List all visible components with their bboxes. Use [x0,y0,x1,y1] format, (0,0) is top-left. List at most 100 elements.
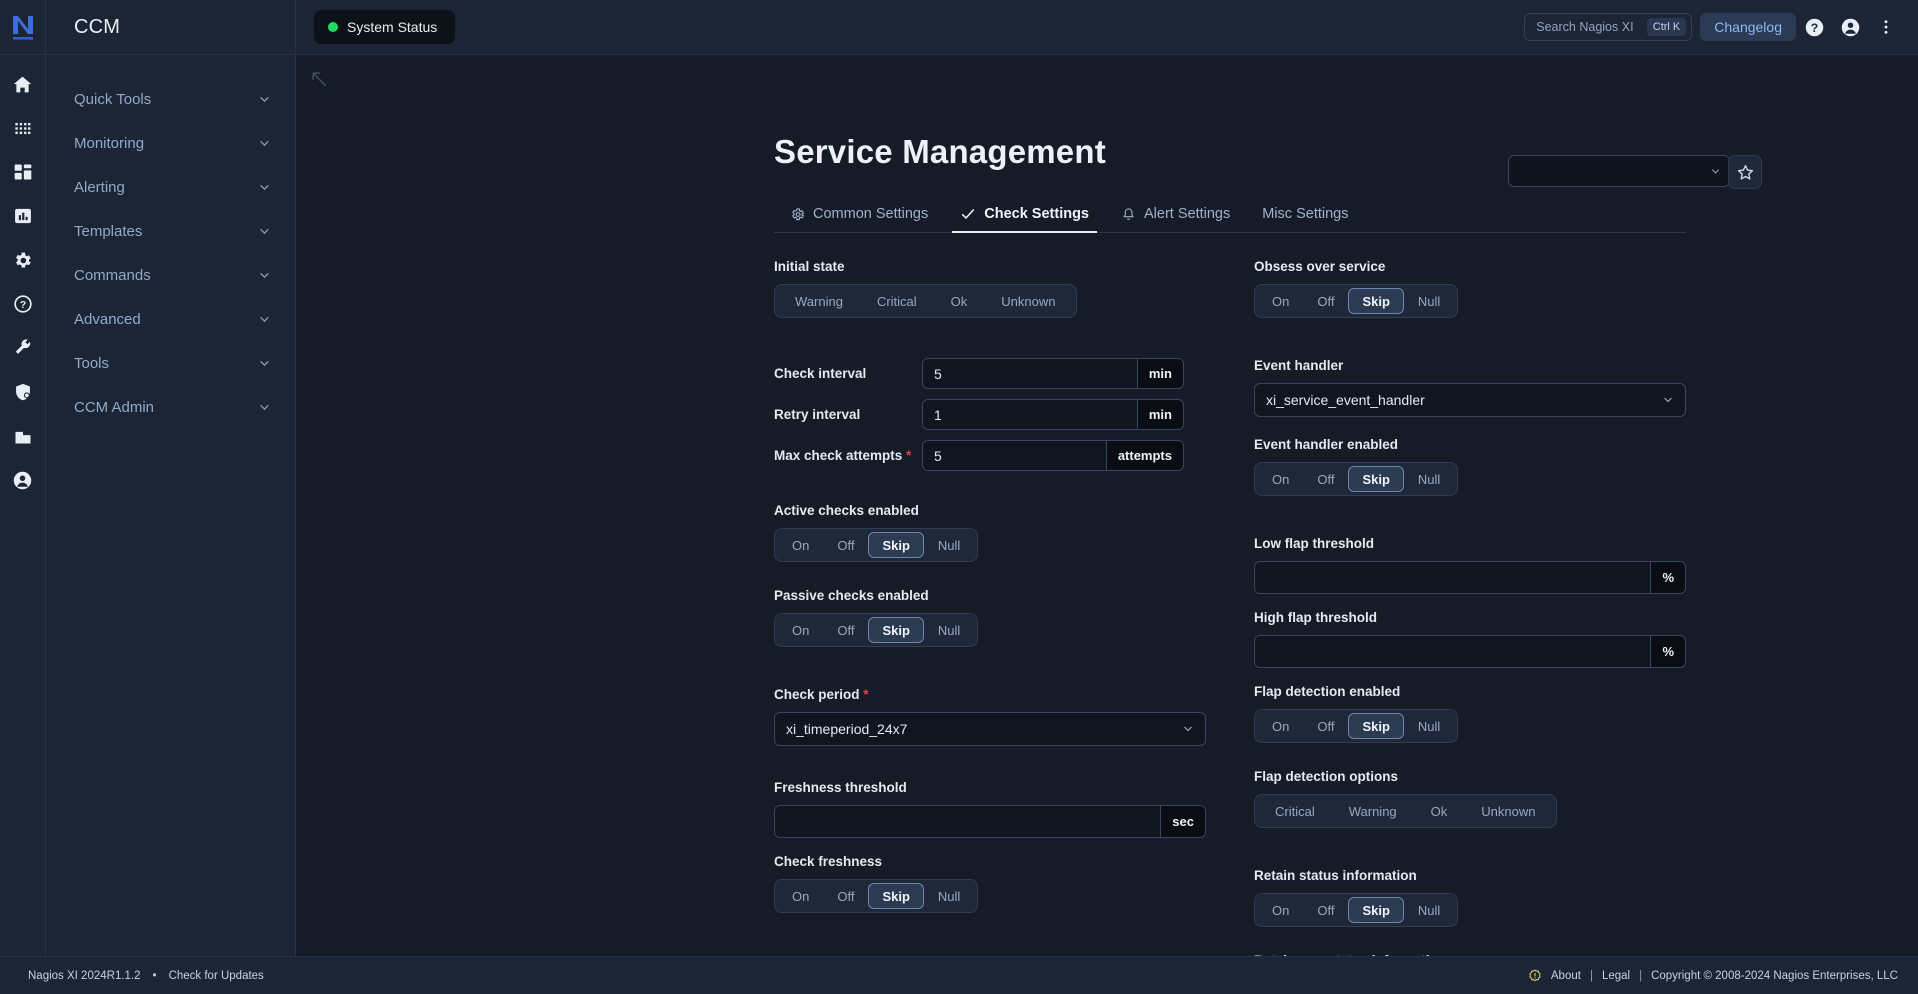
seg-on[interactable]: On [778,883,823,909]
seg-unknown[interactable]: Unknown [984,288,1072,314]
passive-checks-segmented: On Off Skip Null [774,613,979,647]
sidebar-item-alerting[interactable]: Alerting [46,165,295,209]
user-circle-icon[interactable] [6,465,40,495]
settings-tabs: Common Settings Check Settings Alert Set… [774,197,1686,233]
check-interval-input[interactable] [923,359,1137,388]
seg-on[interactable]: On [1258,897,1303,923]
sidebar-item-label: Monitoring [74,134,145,152]
field-label: Event handler [1254,358,1344,373]
bar-chart-icon[interactable] [6,201,40,231]
unit-label: sec [1160,806,1205,837]
field-label: Check freshness [774,854,883,869]
field-obsess-over-service: Obsess over service On Off Skip Null [1254,259,1686,338]
seg-skip[interactable]: Skip [868,532,924,558]
seg-skip[interactable]: Skip [1348,897,1404,923]
seg-unknown[interactable]: Unknown [1464,798,1552,824]
seg-critical[interactable]: Critical [1258,798,1332,824]
seg-off[interactable]: Off [823,883,868,909]
home-icon[interactable] [6,69,40,99]
logo-cell[interactable] [0,0,46,54]
changelog-button[interactable]: Changelog [1700,13,1796,41]
high-flap-threshold-input[interactable] [1255,636,1651,667]
seg-null[interactable]: Null [1404,897,1454,923]
seg-ok[interactable]: Ok [1414,798,1465,824]
freshness-threshold-control: sec [774,805,1206,838]
tab-alert-settings[interactable]: Alert Settings [1105,196,1246,232]
seg-warning[interactable]: Warning [1332,798,1414,824]
help-circle-glyph: ? [13,295,32,313]
tab-misc-settings[interactable]: Misc Settings [1246,196,1364,232]
seg-on[interactable]: On [1258,713,1303,739]
max-check-attempts-input[interactable] [923,441,1106,470]
seg-off[interactable]: Off [823,617,868,643]
seg-null[interactable]: Null [1404,288,1454,314]
account-circle-icon[interactable] [1832,9,1868,45]
tab-common-settings[interactable]: Common Settings [774,196,944,232]
help-circle-icon[interactable]: ? [6,289,40,319]
seg-null[interactable]: Null [1404,466,1454,492]
retry-interval-input[interactable] [923,400,1137,429]
shield-glyph [15,383,30,401]
sidebar-item-ccm-admin[interactable]: CCM Admin [46,385,295,429]
sidebar-item-quick-tools[interactable]: Quick Tools [46,77,295,121]
event-handler-select[interactable]: xi_service_event_handler [1254,383,1686,417]
wrench-icon[interactable] [6,333,40,363]
seg-on[interactable]: On [778,617,823,643]
search-input[interactable]: Search Nagios XI Ctrl K [1524,13,1693,41]
seg-null[interactable]: Null [924,617,974,643]
seg-null[interactable]: Null [924,532,974,558]
check-period-select[interactable]: xi_timeperiod_24x7 [774,712,1206,746]
seg-skip[interactable]: Skip [1348,466,1404,492]
building-icon[interactable] [6,421,40,451]
favorite-select[interactable] [1508,155,1730,187]
tab-label: Misc Settings [1262,206,1349,222]
check-for-updates-link[interactable]: Check for Updates [169,970,264,982]
star-outline-icon[interactable] [1728,155,1762,189]
seg-skip[interactable]: Skip [1348,713,1404,739]
freshness-threshold-input[interactable] [775,806,1161,837]
seg-on[interactable]: On [1258,288,1303,314]
seg-on[interactable]: On [778,532,823,558]
sidebar-item-monitoring[interactable]: Monitoring [46,121,295,165]
dashboard-glyph [14,164,31,180]
gear-icon[interactable] [6,245,40,275]
help-circle-icon[interactable]: ? [1796,9,1832,45]
chevron-down-icon [260,360,269,366]
low-flap-threshold-input[interactable] [1255,562,1651,593]
seg-on[interactable]: On [1258,466,1303,492]
seg-skip[interactable]: Skip [868,617,924,643]
seg-critical[interactable]: Critical [860,288,934,314]
legal-link[interactable]: Legal [1602,970,1630,982]
seg-skip[interactable]: Skip [868,883,924,909]
seg-off[interactable]: Off [1303,466,1348,492]
dashboard-icon[interactable] [6,157,40,187]
seg-null[interactable]: Null [924,883,974,909]
footer-left: Nagios XI 2024R1.1.2 • Check for Updates [28,970,264,982]
shield-icon[interactable] [6,377,40,407]
seg-off[interactable]: Off [1303,288,1348,314]
favorites-controls [1508,155,1762,189]
seg-off[interactable]: Off [823,532,868,558]
about-link[interactable]: About [1551,970,1581,982]
seg-off[interactable]: Off [1303,897,1348,923]
collapse-arrow-icon[interactable] [309,69,329,94]
bar-chart-glyph [14,208,31,224]
sidebar-item-templates[interactable]: Templates [46,209,295,253]
sidebar-item-commands[interactable]: Commands [46,253,295,297]
field-flap-detection-options: Flap detection options Critical Warning … [1254,769,1686,848]
field-check-period: Check period * xi_timeperiod_24x7 [774,687,1206,746]
field-retry-interval: Retry interval min [774,399,1206,430]
system-status-button[interactable]: System Status [314,10,456,44]
grid-dots-icon[interactable] [6,113,40,143]
seg-ok[interactable]: Ok [934,288,985,314]
sidebar-item-tools[interactable]: Tools [46,341,295,385]
more-vertical-icon[interactable] [1868,9,1904,45]
seg-skip[interactable]: Skip [1348,288,1404,314]
sidebar-item-label: Templates [74,222,143,240]
sidebar-item-advanced[interactable]: Advanced [46,297,295,341]
user-circle-glyph [13,471,32,489]
seg-warning[interactable]: Warning [778,288,860,314]
seg-null[interactable]: Null [1404,713,1454,739]
seg-off[interactable]: Off [1303,713,1348,739]
tab-check-settings[interactable]: Check Settings [944,196,1105,233]
